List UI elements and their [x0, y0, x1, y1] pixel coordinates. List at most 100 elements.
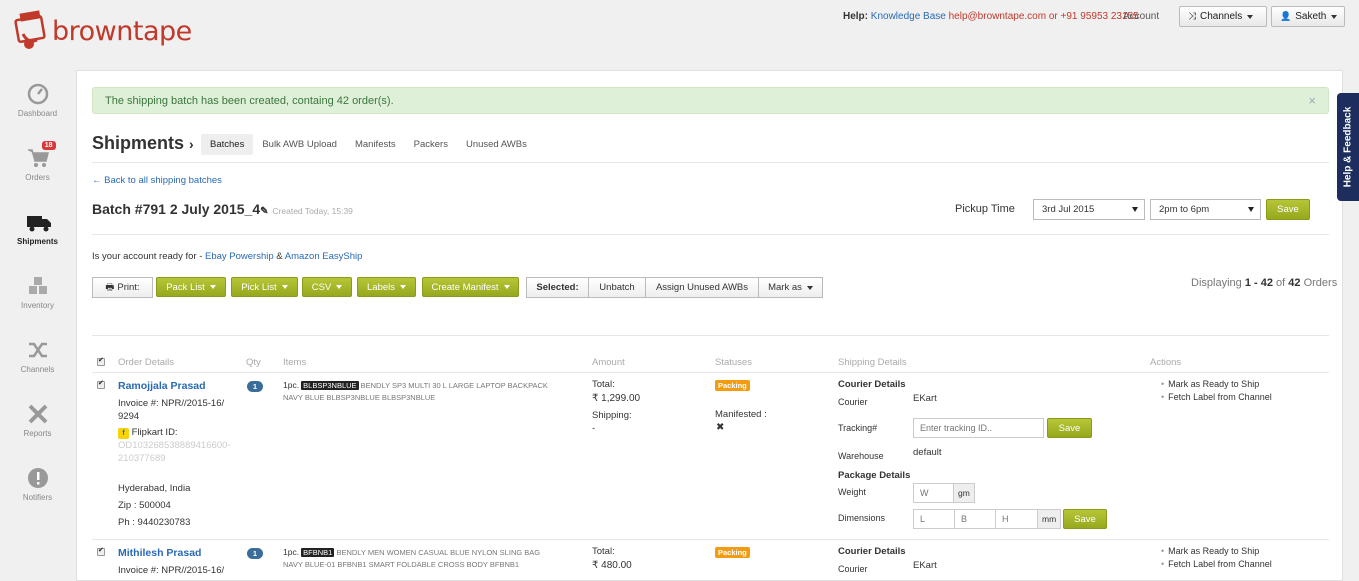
item-description: BENDLY MEN WOMEN CASUAL BLUE NYLON SLING… [336, 548, 541, 557]
total-label: Total: [592, 379, 615, 390]
csv-button[interactable]: CSV [302, 277, 352, 297]
tab-packers[interactable]: Packers [405, 134, 457, 155]
help-feedback-tab[interactable]: Help & Feedback [1337, 93, 1359, 201]
item-qty: 1pc. [283, 380, 300, 390]
customer-zip: Zip : 500004 [118, 500, 171, 511]
mark-ready-to-ship-link[interactable]: Mark as Ready to Ship [1161, 379, 1259, 389]
alert-message: The shipping batch has been created, con… [105, 95, 394, 107]
total-amount: ₹ 480.00 [592, 560, 632, 571]
sidebar-item-label: Inventory [21, 301, 54, 310]
back-to-batches-link[interactable]: ← Back to all shipping batches [92, 175, 222, 186]
chevron-down-icon [1132, 207, 1138, 212]
row-checkbox[interactable] [97, 379, 105, 389]
cart-icon: 18 [26, 141, 56, 170]
mark-ready-to-ship-link[interactable]: Mark as Ready to Ship [1161, 546, 1259, 556]
print-button[interactable]: 🖶 Print: [92, 277, 153, 298]
displaying-total: 42 [1288, 277, 1301, 289]
pickup-date-select[interactable]: 3rd Jul 2015 [1033, 199, 1145, 220]
ebay-powership-link[interactable]: Ebay Powership [205, 251, 274, 262]
alert-icon [26, 466, 50, 490]
weight-label: Weight [838, 487, 866, 497]
sidebar: Dashboard 18 Orders Shipments Inventory … [0, 68, 75, 581]
status-badge: Packing [715, 380, 750, 391]
sidebar-item-label: Orders [25, 173, 50, 182]
sidebar-item-inventory[interactable]: Inventory [0, 274, 75, 310]
pack-list-button[interactable]: Pack List [156, 277, 226, 297]
customer-name-link[interactable]: Ramojjala Prasad [118, 380, 206, 392]
help-email-link[interactable]: help@browntape.com [949, 11, 1046, 22]
fetch-label-link[interactable]: Fetch Label from Channel [1161, 559, 1272, 569]
total-amount: ₹ 1,299.00 [592, 393, 641, 404]
account-link[interactable]: Account [1123, 11, 1159, 22]
reports-icon [26, 402, 50, 426]
fetch-label-link[interactable]: Fetch Label from Channel [1161, 392, 1272, 402]
height-input[interactable] [995, 509, 1038, 529]
shuffle-icon: ⤨ [1188, 11, 1196, 22]
brand-logo[interactable]: browntape [14, 10, 192, 52]
length-input[interactable] [913, 509, 955, 529]
invoice-number-cont: 9294 [118, 411, 140, 422]
select-all-checkbox[interactable] [97, 356, 105, 366]
pickup-slot-select[interactable]: 2pm to 6pm [1150, 199, 1261, 220]
help-label: Help: [843, 11, 868, 22]
tracking-save-button[interactable]: Save [1047, 418, 1092, 438]
sidebar-item-orders[interactable]: 18 Orders [0, 141, 75, 182]
weight-unit: gm [953, 483, 975, 503]
breadth-input[interactable] [954, 509, 996, 529]
edit-icon[interactable]: ✎ [260, 206, 268, 217]
row-checkbox[interactable] [97, 546, 105, 556]
user-dropdown[interactable]: 👤 Saketh [1271, 6, 1345, 27]
user-label: Saketh [1295, 11, 1327, 22]
labels-label: Labels [367, 281, 395, 293]
pick-list-button[interactable]: Pick List [231, 277, 298, 297]
customer-phone: Ph : 9440230783 [118, 517, 191, 528]
tracking-id-input[interactable] [913, 418, 1044, 438]
sidebar-item-label: Shipments [17, 237, 58, 246]
displaying-of: of [1276, 277, 1286, 289]
customer-name-link[interactable]: Mithilesh Prasad [118, 547, 201, 559]
knowledge-base-link[interactable]: Knowledge Base [871, 11, 946, 22]
chevron-down-icon [1247, 14, 1254, 19]
weight-input[interactable] [913, 483, 954, 503]
sidebar-item-channels[interactable]: Channels [0, 338, 75, 374]
chevron-down-icon [806, 285, 813, 290]
amazon-easyship-link[interactable]: Amazon EasyShip [285, 251, 363, 262]
main-panel: The shipping batch has been created, con… [76, 70, 1343, 581]
chevron-down-icon [1331, 14, 1338, 19]
pickup-save-button[interactable]: Save [1266, 199, 1310, 220]
sidebar-item-dashboard[interactable]: Dashboard [0, 82, 75, 118]
tab-batches[interactable]: Batches [201, 134, 254, 155]
create-manifest-label: Create Manifest [431, 281, 499, 293]
assign-unused-awbs-button[interactable]: Assign Unused AWBs [645, 277, 759, 298]
labels-button[interactable]: Labels [357, 277, 416, 297]
tab-unused-awbs[interactable]: Unused AWBs [457, 134, 536, 155]
boxes-icon [26, 274, 50, 298]
header-amount: Amount [592, 357, 625, 368]
cross-icon: ✖ [716, 422, 725, 433]
chevron-down-icon [281, 285, 288, 289]
dimensions-label: Dimensions [838, 513, 886, 523]
close-icon[interactable]: × [1308, 93, 1316, 108]
page-title-text: Shipments [92, 133, 185, 153]
sidebar-item-notifiers[interactable]: Notifiers [0, 466, 75, 502]
tab-manifests[interactable]: Manifests [346, 134, 405, 155]
help-or-text: or [1048, 11, 1058, 22]
chevron-down-icon [336, 285, 343, 289]
unbatch-button[interactable]: Unbatch [588, 277, 646, 298]
pickup-date-value: 3rd Jul 2015 [1042, 204, 1095, 215]
batch-created: Created Today, 15:39 [272, 206, 353, 216]
sidebar-item-reports[interactable]: Reports [0, 402, 75, 438]
displaying-prefix: Displaying [1191, 277, 1242, 289]
channels-dropdown[interactable]: ⤨ Channels [1179, 6, 1267, 27]
qty-badge: 1 [247, 548, 263, 559]
header-qty: Qty [246, 357, 261, 368]
tab-bulk-awb-upload[interactable]: Bulk AWB Upload [253, 134, 346, 155]
package-save-button[interactable]: Save [1063, 509, 1107, 529]
item-description-cont: NAVY BLUE BLBSP3NBLUE BLBSP3NBLUE [283, 393, 436, 402]
sidebar-item-shipments[interactable]: Shipments [0, 210, 75, 246]
chevron-down-icon [209, 285, 216, 289]
shipment-tabs: Batches Bulk AWB Upload Manifests Packer… [201, 134, 536, 155]
create-manifest-button[interactable]: Create Manifest [422, 277, 519, 297]
mark-as-button[interactable]: Mark as [758, 277, 823, 298]
shipping-amount: - [592, 423, 596, 434]
